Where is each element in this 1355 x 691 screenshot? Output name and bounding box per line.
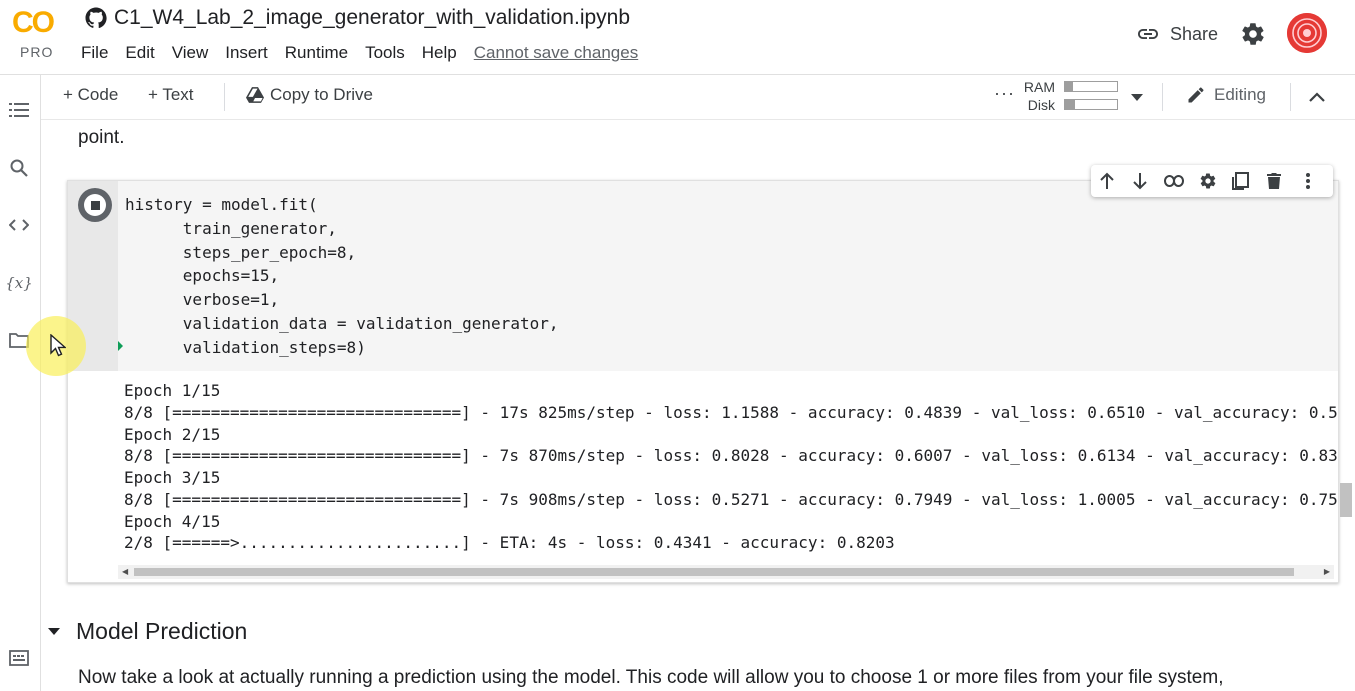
disk-meter[interactable] [1064,99,1118,110]
section-title: Model Prediction [76,618,248,644]
disk-label: Disk [1027,97,1055,113]
avatar-pattern-icon [1287,13,1327,53]
editing-label: Editing [1214,85,1266,104]
menu-edit[interactable]: Edit [125,43,154,63]
account-avatar[interactable] [1287,13,1327,53]
notebook-toolbar: + Code + Text Copy to Drive ··· RAM Disk… [0,75,1355,120]
gear-icon[interactable] [1198,171,1218,191]
mirror-cell-icon[interactable] [1231,171,1251,191]
scrollbar-thumb[interactable] [134,568,1294,576]
app-header: CO PRO C1_W4_Lab_2_image_generator_with_… [0,0,1355,75]
resource-labels: RAM Disk [1021,78,1055,114]
menu-bar: File Edit View Insert Runtime Tools Help… [81,43,655,63]
stop-icon [84,194,106,216]
output-line: Epoch 3/15 [124,468,221,487]
toolbar-divider [1290,83,1291,111]
output-line: 8/8 [==============================] - 1… [124,403,1338,422]
output-line: Epoch 2/15 [124,425,221,444]
code-line: steps_per_epoch=8, [125,243,357,262]
code-line: validation_steps=8) [125,338,366,357]
scroll-right-icon[interactable]: ▶ [1324,567,1330,576]
collapse-triangle-icon[interactable] [48,628,60,635]
toolbar-divider [224,83,225,111]
copy-to-drive-label: Copy to Drive [270,85,373,104]
table-of-contents-icon[interactable] [8,99,30,121]
colab-logo[interactable]: CO PRO [10,6,66,60]
link-icon [1138,29,1158,39]
code-line: epochs=15, [125,266,280,285]
menu-tools[interactable]: Tools [365,43,405,63]
code-line: history = model.fit( [125,195,318,214]
code-snippets-icon[interactable] [8,214,30,236]
share-button[interactable]: Share [1136,22,1218,46]
add-text-button[interactable]: + Text [148,85,194,105]
more-dots-icon[interactable]: ··· [994,83,1015,104]
menu-runtime[interactable]: Runtime [285,43,348,63]
drive-icon [246,87,264,103]
add-code-button[interactable]: + Code [63,85,118,105]
code-editor[interactable]: history = model.fit( train_generator, st… [68,181,1338,371]
code-line: validation_data = validation_generator, [125,314,559,333]
terminal-icon[interactable] [8,647,30,669]
logo-tier: PRO [20,44,54,60]
ram-meter[interactable] [1064,81,1118,92]
code-line: train_generator, [125,219,337,238]
menu-insert[interactable]: Insert [225,43,268,63]
output-line: Epoch 1/15 [124,381,221,400]
chevron-down-icon[interactable] [1130,92,1144,102]
notebook-title-area: C1_W4_Lab_2_image_generator_with_validat… [84,6,630,30]
output-line: 8/8 [==============================] - 7… [124,446,1338,465]
link-icon[interactable] [1164,171,1184,191]
menu-view[interactable]: View [172,43,209,63]
arrow-down-icon[interactable] [1130,171,1150,191]
github-icon [85,7,107,29]
collapse-header-icon[interactable] [1308,90,1326,104]
section-header[interactable]: Model Prediction [48,618,247,645]
variables-icon[interactable]: {x} [5,272,33,294]
cell-toolbar [1091,165,1333,197]
menu-help[interactable]: Help [422,43,457,63]
cannot-save-link[interactable]: Cannot save changes [474,43,638,63]
side-rail: {x} [0,75,41,691]
editing-mode-button[interactable]: Editing [1186,85,1266,105]
execution-cursor [118,341,123,351]
ram-meter-fill [1065,82,1073,91]
disk-meter-fill [1065,100,1076,109]
toolbar-divider [1162,83,1163,111]
code-cell[interactable]: history = model.fit( train_generator, st… [67,165,1339,583]
arrow-up-icon[interactable] [1097,171,1117,191]
output-line: 8/8 [==============================] - 7… [124,490,1338,509]
more-vert-icon[interactable] [1298,171,1318,191]
menu-file[interactable]: File [81,43,108,63]
output-line: 2/8 [======>.......................] - E… [124,533,895,552]
notebook-title[interactable]: C1_W4_Lab_2_image_generator_with_validat… [114,6,630,30]
logo-mark: CO [12,6,55,39]
horizontal-scrollbar[interactable]: ◀ ▶ [118,565,1334,579]
section-paragraph: Now take a look at actually running a pr… [78,667,1224,688]
output-line: Epoch 4/15 [124,512,221,531]
pencil-icon [1188,87,1204,103]
mouse-pointer-icon [50,334,66,357]
page-scrollbar-thumb[interactable] [1340,483,1352,517]
code-line: verbose=1, [125,290,280,309]
scroll-left-icon[interactable]: ◀ [122,567,128,576]
copy-to-drive-button[interactable]: Copy to Drive [246,85,373,105]
share-label: Share [1170,23,1219,44]
search-icon[interactable] [8,157,30,179]
stop-execution-button[interactable] [78,188,112,222]
previous-text-cell: point. [78,127,125,148]
ram-label: RAM [1023,79,1055,95]
trash-icon[interactable] [1264,171,1284,191]
cell-output: Epoch 1/15 8/8 [========================… [68,371,1338,565]
gear-icon[interactable] [1240,21,1266,47]
